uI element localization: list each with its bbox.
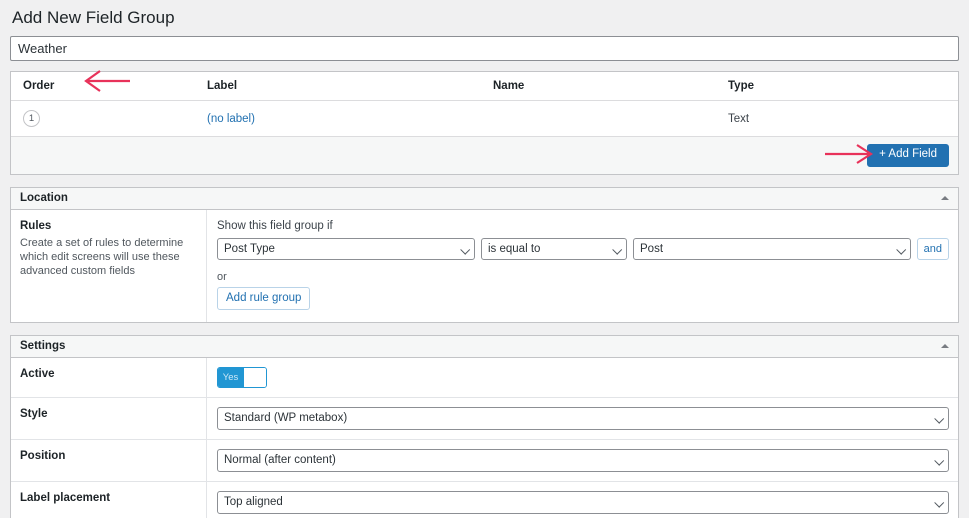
setting-field-style: Standard (WP metabox) (207, 398, 958, 439)
rule-or-label: or (217, 270, 227, 283)
rules-title: Rules (20, 219, 52, 232)
acf-add-field-group-page: Add New Field Group Order Label Name Typ… (0, 0, 969, 518)
cell-label: (no label) (207, 100, 493, 137)
setting-field-label-placement: Top aligned (207, 482, 958, 518)
rules-fields-column: Show this field group if Post Type is eq… (207, 210, 958, 322)
style-select[interactable]: Standard (WP metabox) (217, 406, 949, 430)
cell-type: Text (728, 100, 958, 137)
settings-metabox: Settings Active Yes Style Standard (WP m… (10, 334, 959, 518)
location-rules-body: Rules Create a set of rules to determine… (11, 209, 958, 322)
setting-row-style: Style Standard (WP metabox) (11, 397, 958, 440)
field-order-badge: 1 (23, 110, 40, 127)
table-row[interactable]: 1 (no label) Text (11, 100, 958, 137)
column-header-type: Type (728, 72, 958, 101)
rules-caption: Show this field group if (217, 219, 333, 232)
setting-field-active: Yes (207, 358, 958, 397)
setting-title: Style (20, 407, 48, 420)
column-header-order: Order (11, 72, 207, 101)
setting-title: Position (20, 449, 66, 462)
setting-row-label-placement: Label placement Top aligned (11, 481, 958, 518)
fields-table-footer: + Add Field (11, 137, 958, 174)
chevron-up-icon[interactable] (941, 196, 949, 200)
cell-order: 1 (11, 100, 207, 137)
fields-table-box: Order Label Name Type 1 (no label) Text (10, 71, 959, 175)
location-metabox-header[interactable]: Location (11, 187, 958, 210)
fields-table: Order Label Name Type 1 (no label) Text (11, 72, 958, 137)
setting-row-position: Position Normal (after content) (11, 439, 958, 482)
field-group-title-input[interactable] (10, 36, 959, 61)
column-header-name: Name (493, 72, 728, 101)
rule-param-select[interactable]: Post Type (217, 237, 475, 260)
rules-description: Create a set of rules to determine which… (20, 236, 184, 277)
active-toggle-knob (243, 367, 266, 387)
settings-metabox-title: Settings (20, 340, 66, 352)
setting-row-active: Active Yes (11, 357, 958, 398)
field-label-link[interactable]: (no label) (207, 113, 255, 125)
column-header-label: Label (207, 72, 493, 101)
rule-group-row: Post Type is equal to Post and (217, 237, 949, 260)
label-placement-select[interactable]: Top aligned (217, 490, 949, 514)
active-toggle-on-label: Yes (218, 367, 243, 387)
add-field-button[interactable]: + Add Field (867, 144, 949, 167)
setting-label-position: Position (11, 439, 207, 481)
location-metabox-title: Location (20, 192, 68, 204)
setting-label-active: Active (11, 357, 207, 397)
add-and-rule-button[interactable]: and (916, 237, 949, 260)
rule-value-select[interactable]: Post (633, 237, 911, 260)
page-title: Add New Field Group (12, 8, 175, 27)
fields-table-header-row: Order Label Name Type (11, 72, 958, 101)
settings-metabox-header[interactable]: Settings (11, 335, 958, 358)
rules-label-column: Rules Create a set of rules to determine… (11, 209, 207, 322)
rule-operator-select[interactable]: is equal to (481, 237, 627, 260)
add-rule-group-button[interactable]: Add rule group (217, 286, 311, 310)
chevron-up-icon[interactable] (941, 344, 949, 348)
setting-title: Active (20, 367, 55, 380)
setting-field-position: Normal (after content) (207, 440, 958, 481)
field-group-title-wrap (10, 36, 959, 92)
active-toggle[interactable]: Yes (217, 366, 267, 388)
setting-label-label-placement: Label placement (11, 481, 207, 518)
position-select[interactable]: Normal (after content) (217, 448, 949, 472)
setting-title: Label placement (20, 491, 111, 504)
location-metabox: Location Rules Create a set of rules to … (10, 186, 959, 323)
setting-label-style: Style (11, 397, 207, 439)
cell-name (493, 100, 728, 137)
